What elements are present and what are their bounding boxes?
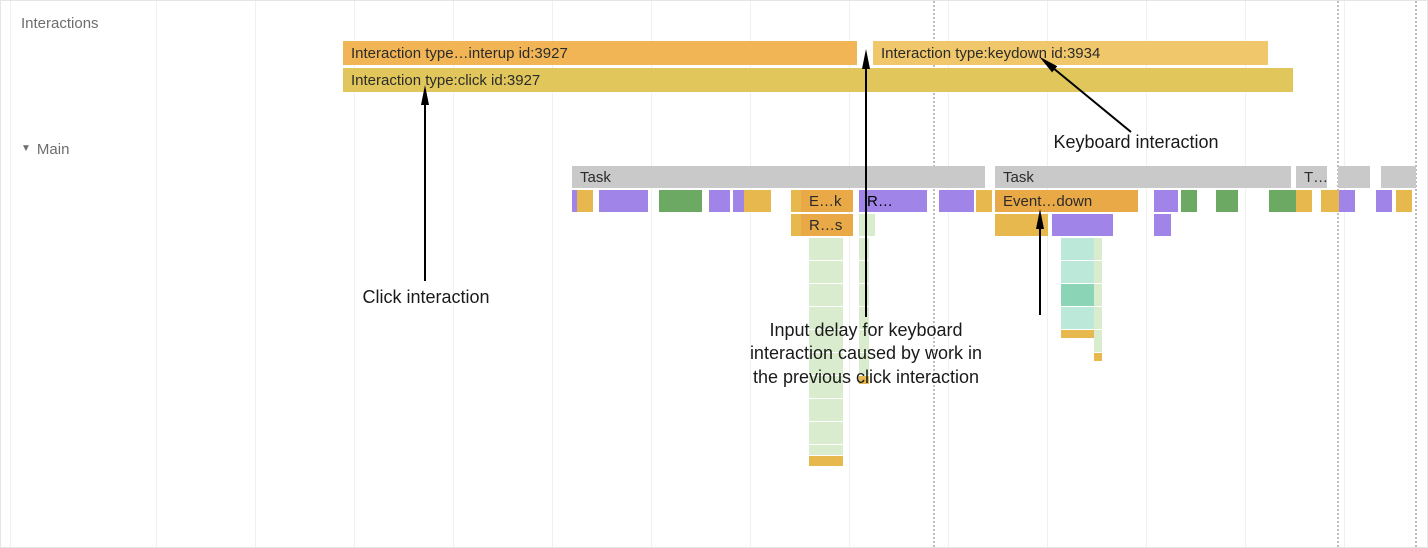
bar-label: T… [1304,169,1327,186]
bar-label: E…k [809,193,842,210]
flame-bar-labeled[interactable]: T… [1296,166,1327,188]
flame-bar[interactable] [809,456,843,466]
flame-bar[interactable] [1094,284,1102,306]
gridline [10,1,11,547]
flame-bar[interactable] [755,190,771,212]
flame-bar[interactable] [599,190,648,212]
flame-bar[interactable] [995,214,1011,236]
arrow-click [415,91,435,281]
interaction-click[interactable]: Interaction type:click id:3927 [343,68,1293,92]
perf-panel: Interactions ▼ Main Interaction type…int… [0,0,1428,548]
gridline [156,1,157,547]
flame-bar[interactable] [809,238,843,260]
row-label-interactions[interactable]: Interactions [1,11,161,35]
bar-label: Task [580,169,611,186]
annotation-click: Click interaction [331,286,521,309]
flame-bar[interactable] [809,261,843,283]
flame-bar[interactable] [1216,190,1238,212]
label-text: Interactions [21,15,99,32]
flame-bar[interactable] [1296,190,1312,212]
flame-bar[interactable] [1061,307,1095,329]
flame-bar[interactable] [1094,214,1113,236]
flame-bar[interactable] [1381,166,1416,188]
flame-bar[interactable] [1094,238,1102,260]
bar-label: Task [1003,169,1034,186]
flame-bar[interactable] [1061,261,1095,283]
flame-bar[interactable] [1094,307,1102,329]
bar-label: R…s [809,217,842,234]
flame-bar[interactable] [809,422,843,444]
annotation-keyboard: Keyboard interaction [1021,131,1251,154]
flame-bar[interactable] [976,190,992,212]
flame-bar[interactable] [1181,190,1197,212]
arrow-delay [856,55,876,317]
interaction-pointerup[interactable]: Interaction type…interup id:3927 [343,41,857,65]
flame-bar[interactable] [1354,166,1370,188]
flame-bar[interactable] [1094,330,1102,352]
flame-bar[interactable] [577,190,593,212]
flame-bar[interactable] [809,284,843,306]
row-label-main[interactable]: ▼ Main [1,137,161,161]
flame-bar-labeled[interactable]: Task [572,166,985,188]
marker-line [1337,1,1339,547]
label-text: Main [37,141,70,158]
flame-bar[interactable] [1321,190,1339,212]
flame-bar[interactable] [1061,330,1095,338]
flame-bar[interactable] [1094,261,1102,283]
gridline [255,1,256,547]
flame-bar[interactable] [809,399,843,421]
bar-label: Event…down [1003,193,1092,210]
flame-bar[interactable] [709,190,730,212]
flame-bar[interactable] [1338,166,1354,188]
flame-bar[interactable] [1052,214,1094,236]
disclosure-triangle-icon[interactable]: ▼ [21,143,31,154]
flame-bar[interactable] [1061,238,1095,260]
flame-bar[interactable] [809,445,843,455]
flame-bar[interactable] [939,190,974,212]
gridline [1344,1,1345,547]
flame-bar[interactable] [911,190,927,212]
flame-bar[interactable] [1339,190,1355,212]
bar-label: Interaction type…interup id:3927 [351,45,568,62]
flame-bar-labeled[interactable]: Event…down [995,190,1138,212]
flame-bar[interactable] [1154,214,1171,236]
flame-bar-labeled[interactable]: R…s [801,214,853,236]
flame-bar[interactable] [1061,284,1095,306]
flame-bar[interactable] [659,190,702,212]
flame-bar[interactable] [1094,353,1102,361]
flame-bar-labeled[interactable]: Task [995,166,1291,188]
flame-bar[interactable] [1396,190,1412,212]
annotation-delay: Input delay for keyboard interaction cau… [716,319,1016,389]
flame-bar-labeled[interactable]: E…k [801,190,853,212]
marker-line [1415,1,1417,547]
flame-bar[interactable] [1154,190,1178,212]
flame-bar[interactable] [1376,190,1392,212]
flame-bar[interactable] [1269,190,1296,212]
arrow-delay-inner [1030,215,1050,315]
bar-label: Interaction type:click id:3927 [351,72,540,89]
arrow-keyboard [1041,57,1141,137]
